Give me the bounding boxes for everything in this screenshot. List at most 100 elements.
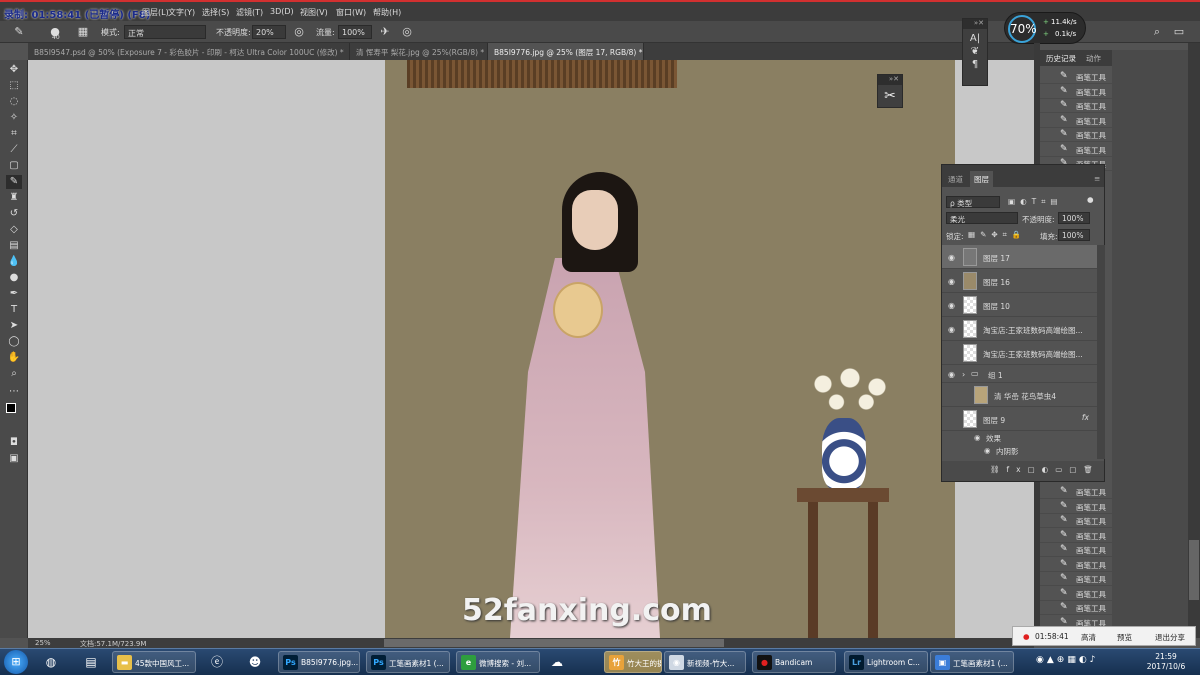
tool-presets-icon[interactable]: ✂ — [878, 85, 902, 107]
layers-scrollbar[interactable] — [1097, 245, 1105, 459]
exit-share-button[interactable]: 退出分享 — [1155, 632, 1185, 643]
taskbar-app-button[interactable]: Lr Lightroom C... — [844, 651, 928, 673]
scroll-thumb[interactable] — [1189, 540, 1199, 600]
tab-history[interactable]: 历史记录 — [1046, 53, 1076, 64]
opacity-input[interactable]: 20% — [252, 25, 286, 39]
preview-button[interactable]: 预览 — [1117, 632, 1132, 643]
taskbar-app-button[interactable]: Ps B85I9776.jpg... — [278, 651, 360, 673]
history-item[interactable]: ✎ 画笔工具 — [1040, 114, 1112, 128]
visibility-eye-icon[interactable]: ◉ — [948, 391, 955, 400]
hd-button[interactable]: 高清 — [1081, 632, 1096, 643]
clone-stamp-icon[interactable]: ♜ — [6, 191, 22, 205]
taskbar-app-button[interactable]: ▬ 45款中国风工... — [112, 651, 196, 673]
brush-panel-icon[interactable]: ▦ — [76, 25, 90, 39]
type-tool-icon[interactable]: T — [6, 303, 22, 317]
path-select-icon[interactable]: ➤ — [6, 319, 22, 333]
workspace-icon[interactable]: ▭ — [1172, 25, 1186, 39]
zoom-tool-icon[interactable]: ⌕ — [6, 367, 22, 381]
menu-view[interactable]: 视图(V) — [300, 7, 328, 18]
collapse-icon[interactable]: »✕ — [878, 75, 902, 85]
brush-tool-icon[interactable]: ✎ — [6, 175, 22, 189]
menu-3d[interactable]: 3D(D) — [270, 7, 294, 16]
layer-fx-icon[interactable]: fx — [1082, 413, 1089, 422]
visibility-eye-icon[interactable]: ◉ — [948, 415, 955, 424]
layer-row[interactable]: ◉ 图层 16 — [942, 269, 1097, 293]
history-item[interactable]: ✎ 画笔工具 — [1040, 99, 1112, 113]
fill-input[interactable]: 100% — [1058, 229, 1090, 241]
tab-doc-1[interactable]: B85I9547.psd @ 50% (Exposure 7 - 彩色胶片 - … — [28, 43, 350, 60]
menu-window[interactable]: 窗口(W) — [336, 7, 366, 18]
taskbar-app-button[interactable]: Ps 工笔画素材1 (... — [366, 651, 450, 673]
collapse-icon[interactable]: »✕ — [963, 19, 987, 29]
tab-actions[interactable]: 动作 — [1086, 53, 1101, 64]
history-item[interactable]: ✎ 画笔工具 — [1040, 572, 1112, 586]
healing-brush-icon[interactable]: ▢ — [6, 159, 22, 173]
layer-footer-icons[interactable]: ⛓fx▢◐▭▢🗑 — [942, 461, 1104, 481]
taskbar-app-button[interactable]: ● Bandicam — [752, 651, 836, 673]
eraser-icon[interactable]: ◇ — [6, 223, 22, 237]
blend-mode-select[interactable]: 柔光 — [946, 212, 1018, 224]
more-tools-icon[interactable]: ⋯ — [6, 385, 22, 399]
visibility-eye-icon[interactable]: ◉ — [948, 301, 955, 310]
system-tray-icons[interactable]: ◉▲⊕▦◐♪ — [1036, 655, 1098, 665]
crop-tool-icon[interactable]: ⌗ — [6, 127, 22, 141]
flow-input[interactable]: 100% — [338, 25, 372, 39]
airbrush-icon[interactable]: ✈ — [378, 25, 392, 39]
visibility-eye-icon[interactable]: ◉ — [948, 349, 955, 358]
tab-doc-3[interactable]: B85I9776.jpg @ 25% (图层 17, RGB/8) * — [488, 43, 644, 60]
history-item[interactable]: ✎ 画笔工具 — [1040, 529, 1112, 543]
layer-opacity-input[interactable]: 100% — [1058, 212, 1090, 224]
menu-layer[interactable]: 图层(L) — [142, 7, 169, 18]
lasso-tool-icon[interactable]: ◌ — [6, 95, 22, 109]
menu-type[interactable]: 文字(Y) — [168, 7, 195, 18]
history-item[interactable]: ✎ 画笔工具 — [1040, 543, 1112, 557]
pinned-browser-icon[interactable]: ⓔ — [206, 651, 228, 673]
taskbar-app-button[interactable]: e 微博搜索 - 刘... — [456, 651, 540, 673]
horizontal-scrollbar[interactable] — [384, 639, 724, 647]
character-icon[interactable]: A| — [963, 33, 987, 44]
filter-toggle-icon[interactable]: ● — [1087, 195, 1094, 207]
move-tool-icon[interactable]: ✥ — [6, 63, 22, 77]
inner-shadow-eye-icon[interactable]: ◉ — [984, 446, 991, 458]
brush-tool-icon[interactable]: ✎ — [12, 25, 26, 39]
taskbar-app-button[interactable]: ◉ 新视频-竹大... — [664, 651, 746, 673]
history-item[interactable]: ✎ 画笔工具 — [1040, 601, 1112, 615]
layer-group-row[interactable]: ◉ › ▭ 组 1 — [942, 365, 1097, 383]
cloud-icon[interactable]: ☁ — [546, 651, 568, 673]
history-item[interactable]: ✎ 画笔工具 — [1040, 500, 1112, 514]
foreground-color-swatch[interactable] — [6, 403, 16, 413]
quick-select-icon[interactable]: ✧ — [6, 111, 22, 125]
dodge-tool-icon[interactable]: ● — [6, 271, 22, 285]
menu-filter[interactable]: 滤镜(T) — [236, 7, 263, 18]
tab-doc-2[interactable]: 清 恽寿平 梨花.jpg @ 25%(RGB/8) * — [350, 43, 488, 60]
clock[interactable]: 21:59 2017/10/6 — [1134, 652, 1198, 672]
pen-tool-icon[interactable]: ✒ — [6, 287, 22, 301]
paragraph-icon[interactable]: ¶ — [963, 59, 987, 70]
history-item[interactable]: ✎ 画笔工具 — [1040, 143, 1112, 157]
chevron-right-icon[interactable]: › — [962, 370, 965, 379]
zoom-level[interactable]: 25% — [35, 639, 51, 647]
pressure-size-icon[interactable]: ◎ — [400, 25, 414, 39]
visibility-eye-icon[interactable]: ◉ — [948, 325, 955, 334]
marquee-tool-icon[interactable]: ⬚ — [6, 79, 22, 93]
screen-mode-icon[interactable]: ▣ — [6, 452, 22, 466]
gradient-icon[interactable]: ▤ — [6, 239, 22, 253]
eyedropper-icon[interactable]: ⟋ — [6, 143, 22, 157]
taskbar-app-button[interactable]: ▣ 工笔画素材1 (... — [930, 651, 1014, 673]
history-item[interactable]: ✎ 画笔工具 — [1040, 128, 1112, 142]
quick-mask-icon[interactable]: ◘ — [6, 436, 22, 450]
layer-row[interactable]: ◉ 淘宝店:王家班数码高端绘图... — [942, 317, 1097, 341]
wechat-icon[interactable]: ☻ — [244, 651, 266, 673]
history-brush-icon[interactable]: ↺ — [6, 207, 22, 221]
start-button[interactable]: ⊞ — [4, 650, 28, 674]
layer-row[interactable]: ◉ 图层 9 fx — [942, 407, 1097, 431]
layer-row[interactable]: ◉ 图层 17 — [942, 245, 1097, 269]
blur-tool-icon[interactable]: 💧 — [6, 255, 22, 269]
pinned-doc-icon[interactable]: ▤ — [80, 651, 102, 673]
history-item[interactable]: ✎ 画笔工具 — [1040, 485, 1112, 499]
menu-select[interactable]: 选择(S) — [202, 7, 229, 18]
visibility-eye-icon[interactable]: ◉ — [948, 277, 955, 286]
layer-row[interactable]: ◉ 淘宝店:王家班数码高端绘图... — [942, 341, 1097, 365]
mode-select[interactable]: 正常 — [124, 25, 206, 39]
history-item[interactable]: ✎ 画笔工具 — [1040, 514, 1112, 528]
